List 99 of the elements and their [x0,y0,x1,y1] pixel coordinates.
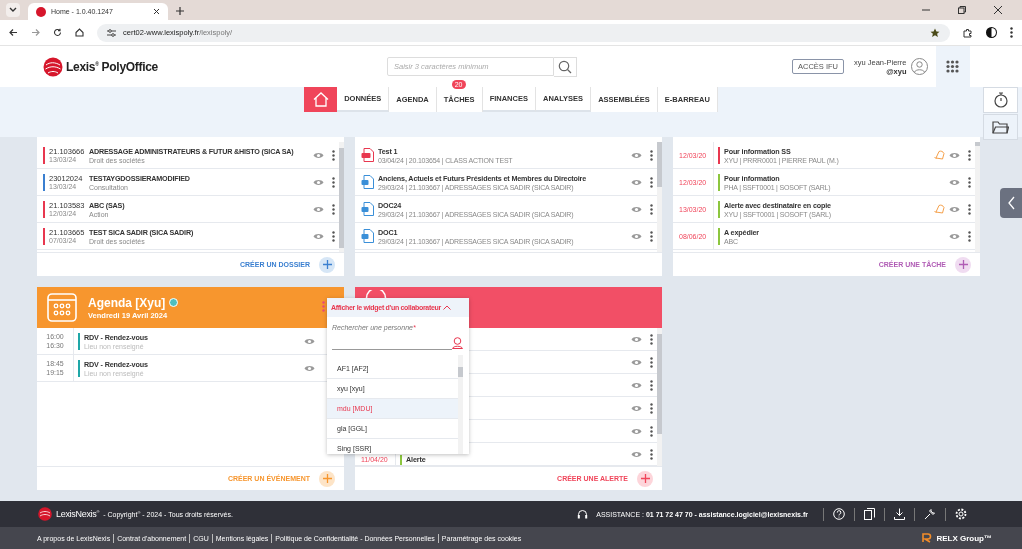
plus-icon [958,260,968,269]
close-icon[interactable] [994,6,1002,14]
relx-brand: RELX Group™ [936,533,992,543]
eye-icon[interactable] [313,178,324,186]
restore-icon[interactable] [958,6,966,14]
home-icon [312,92,329,107]
eye-icon[interactable] [631,381,642,389]
plus-icon [322,260,332,269]
relx-logo-icon [922,533,934,543]
chevron-left-icon [1007,196,1015,210]
eye-icon[interactable] [313,151,324,159]
more-icon[interactable] [968,203,971,215]
avatar-icon[interactable] [910,58,928,75]
eye-icon[interactable] [313,232,324,240]
stopwatch-icon [993,92,1008,108]
more-icon[interactable] [650,425,653,437]
eye-icon[interactable] [631,450,642,458]
close-icon[interactable] [153,8,160,15]
site-settings-icon[interactable] [107,28,116,37]
plus-icon[interactable] [176,7,184,15]
eye-icon[interactable] [949,232,960,240]
logo-icon [38,507,52,521]
site-icon [36,6,46,17]
more-icon[interactable] [650,203,653,215]
more-icon[interactable] [650,176,653,188]
folder-icon [992,120,1009,134]
more-icon[interactable] [332,203,335,215]
settings-icon[interactable] [955,508,967,520]
folder-button[interactable] [983,114,1018,140]
documents-icon[interactable] [864,508,875,520]
help-icon[interactable] [833,508,845,520]
eye-icon[interactable] [631,404,642,412]
minimize-icon[interactable] [922,6,930,14]
more-icon[interactable] [650,333,653,345]
plus-icon [322,474,332,483]
logo-text: Lexis$^{®}$ PolyOffice [66,59,158,74]
profile-icon[interactable] [986,27,997,38]
scrollbar[interactable] [975,142,980,252]
add-button[interactable] [319,256,335,273]
forward-icon[interactable] [31,28,40,37]
apps-grid-button[interactable] [935,46,970,87]
caret-icon [9,7,17,13]
more-icon[interactable] [968,176,971,188]
eye-icon[interactable] [631,205,642,213]
eye-icon[interactable] [949,178,960,186]
more-icon[interactable] [332,230,335,242]
document-file-icon [361,202,374,216]
plus-icon [640,474,650,483]
eye-icon[interactable] [631,178,642,186]
star-icon[interactable] [930,27,940,38]
eye-icon[interactable] [631,358,642,366]
document-file-icon [361,229,374,243]
eye-icon[interactable] [304,364,315,372]
timer-button[interactable] [983,87,1018,113]
more-icon[interactable] [332,149,335,161]
person-icon [452,336,463,349]
scrollbar[interactable] [657,328,662,466]
eye-icon[interactable] [631,335,642,343]
puzzle-icon[interactable] [963,27,973,38]
eye-icon[interactable] [949,151,960,159]
eye-icon[interactable] [949,205,960,213]
home-icon[interactable] [75,28,84,37]
scrollbar[interactable] [339,142,344,252]
eye-icon[interactable] [631,427,642,435]
add-button[interactable] [637,470,653,487]
more-icon[interactable] [650,230,653,242]
wrench-icon[interactable] [924,508,936,520]
more-icon[interactable] [650,149,653,161]
tab-list-button[interactable] [6,3,20,17]
add-button[interactable] [955,256,971,273]
chevron-icon[interactable] [442,305,451,310]
more-icon[interactable] [968,149,971,161]
more-icon[interactable] [650,448,653,460]
calendar-icon [47,293,77,322]
agenda-title: Agenda [Xyu] [88,295,166,310]
logo-icon [43,56,63,77]
menu-icon[interactable] [1010,27,1013,38]
eye-icon[interactable] [313,205,324,213]
document-file-icon [361,175,374,189]
scrollbar[interactable] [458,355,463,454]
arc-icon [365,290,387,298]
pdf-file-icon [361,148,374,162]
headset-icon [577,508,589,520]
more-icon[interactable] [650,379,653,391]
eye-icon[interactable] [631,232,642,240]
reload-icon[interactable] [53,28,62,37]
eye-icon[interactable] [631,151,642,159]
back-icon[interactable] [9,28,18,37]
more-icon[interactable] [968,230,971,242]
home-tab[interactable] [304,87,338,112]
more-icon[interactable] [650,402,653,414]
more-icon[interactable] [332,176,335,188]
search-icon[interactable] [554,56,577,77]
more-icon[interactable] [650,356,653,368]
eye-icon[interactable] [304,337,315,345]
grid-icon [946,60,960,73]
side-panel-tab[interactable] [1000,188,1022,218]
download-icon[interactable] [894,508,905,520]
scrollbar[interactable] [657,142,662,252]
